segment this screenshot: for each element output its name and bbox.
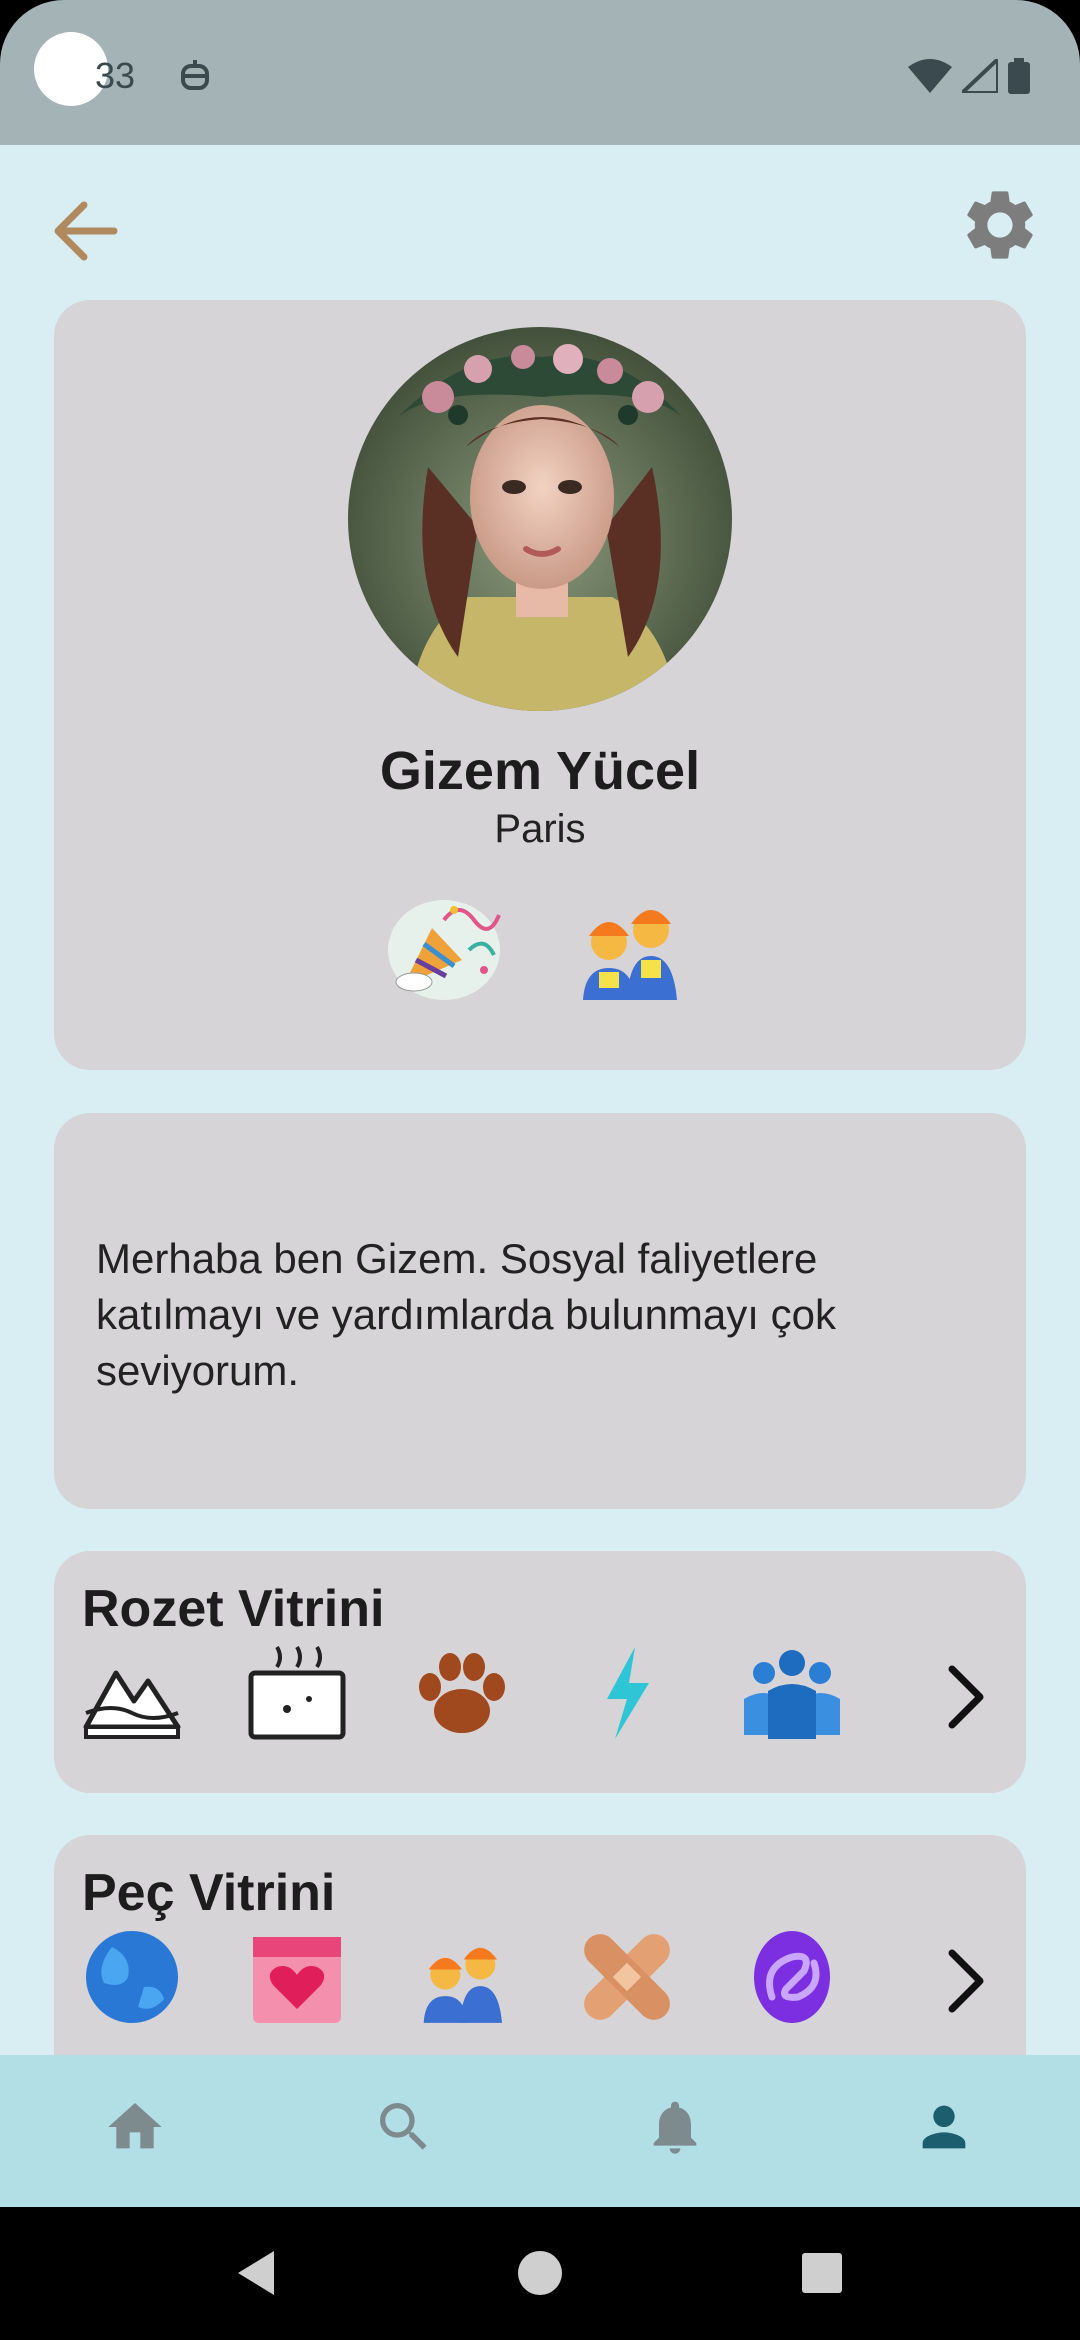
profile-icon[interactable] [912,2095,976,2159]
system-nav-bar [0,2207,1080,2340]
profile-page: Gizem Yücel Paris Merhaba ben Gizem. Sos… [0,145,1080,2055]
lightning-icon[interactable] [577,1643,677,1743]
bell-icon[interactable] [643,2095,707,2159]
system-recents-icon[interactable] [796,2247,848,2299]
patch-showcase-title: Peç Vitrini [82,1864,336,1922]
bio-card: Merhaba ben Gizem. Sosyal faliyetlere ka… [54,1113,1026,1509]
patch-showcase-card[interactable]: Peç Vitrini [54,1835,1026,2055]
badge-showcase-card[interactable]: Rozet Vitrini [54,1551,1026,1793]
chevron-right-icon[interactable] [936,1941,992,2021]
construction-workers-icon[interactable] [569,890,689,1000]
system-home-icon[interactable] [514,2247,566,2299]
bandage-icon[interactable] [577,1927,677,2027]
device-screen: 33 Gizem Yücel Paris Merhaba ben Gizem. … [0,0,1080,2340]
heart-calendar-icon[interactable] [247,1927,347,2027]
bottom-nav [0,2055,1080,2207]
profile-city: Paris [494,807,586,851]
badge-showcase-title: Rozet Vitrini [82,1580,385,1638]
status-bar: 33 [0,0,1080,145]
signal-icon [962,59,998,93]
battery-icon [1008,58,1030,94]
profile-name: Gizem Yücel [379,741,701,801]
profile-card: Gizem Yücel Paris [54,300,1026,1070]
wifi-icon [908,59,952,93]
status-time: 33 [95,55,136,96]
purple-swirl-icon[interactable] [742,1927,842,2027]
paw-print-icon[interactable] [412,1643,512,1743]
notification-app-icon [181,60,209,90]
avatar[interactable] [348,327,732,711]
badge-icon-row [82,1643,1012,1753]
status-icons [908,58,1030,94]
calendar-steam-icon[interactable] [247,1643,347,1743]
search-icon[interactable] [372,2095,436,2159]
chevron-right-icon[interactable] [936,1657,992,1737]
globe-icon[interactable] [82,1927,182,2027]
gear-icon[interactable] [958,183,1042,267]
arrow-left-icon[interactable] [48,195,120,267]
construction-workers-icon[interactable] [412,1927,512,2027]
home-icon[interactable] [103,2095,167,2159]
system-back-icon[interactable] [230,2247,282,2299]
mountain-icon[interactable] [82,1643,182,1743]
party-popper-icon[interactable] [384,890,504,1000]
patch-icon-row [82,1927,1012,2037]
bio-text: Merhaba ben Gizem. Sosyal faliyetlere ka… [96,1235,836,1394]
people-group-icon[interactable] [742,1643,842,1743]
